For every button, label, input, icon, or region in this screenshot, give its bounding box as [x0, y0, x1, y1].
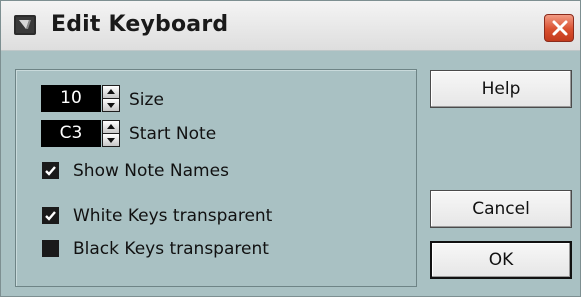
white-keys-transparent-checkbox[interactable] — [42, 207, 59, 224]
size-up-arrow-icon[interactable] — [103, 86, 119, 98]
edit-keyboard-dialog: Edit Keyboard 10 Size C3 Start Note Show… — [0, 0, 581, 297]
title-bar[interactable]: Edit Keyboard — [1, 1, 580, 51]
show-note-names-label[interactable]: Show Note Names — [73, 161, 229, 181]
window-title: Edit Keyboard — [51, 12, 229, 37]
size-input[interactable]: 10 — [41, 85, 101, 112]
cancel-button[interactable]: Cancel — [430, 190, 572, 228]
black-keys-transparent-label[interactable]: Black Keys transparent — [73, 239, 269, 259]
white-keys-transparent-label[interactable]: White Keys transparent — [73, 206, 272, 226]
black-keys-transparent-checkbox[interactable] — [42, 240, 59, 257]
size-label: Size — [129, 90, 164, 110]
start-note-stepper[interactable] — [102, 120, 120, 147]
size-stepper[interactable] — [102, 85, 120, 112]
start-note-down-arrow-icon[interactable] — [103, 134, 119, 146]
checkmark-icon — [45, 166, 56, 176]
start-note-input[interactable]: C3 — [41, 120, 101, 147]
start-note-label: Start Note — [129, 124, 217, 144]
close-icon — [552, 20, 568, 36]
cubase-logo-icon — [14, 15, 36, 35]
help-button[interactable]: Help — [430, 70, 572, 108]
size-down-arrow-icon[interactable] — [103, 99, 119, 111]
checkmark-icon — [45, 211, 56, 221]
show-note-names-checkbox[interactable] — [42, 162, 59, 179]
ok-button[interactable]: OK — [430, 241, 572, 279]
close-button[interactable] — [544, 14, 574, 42]
start-note-up-arrow-icon[interactable] — [103, 121, 119, 133]
